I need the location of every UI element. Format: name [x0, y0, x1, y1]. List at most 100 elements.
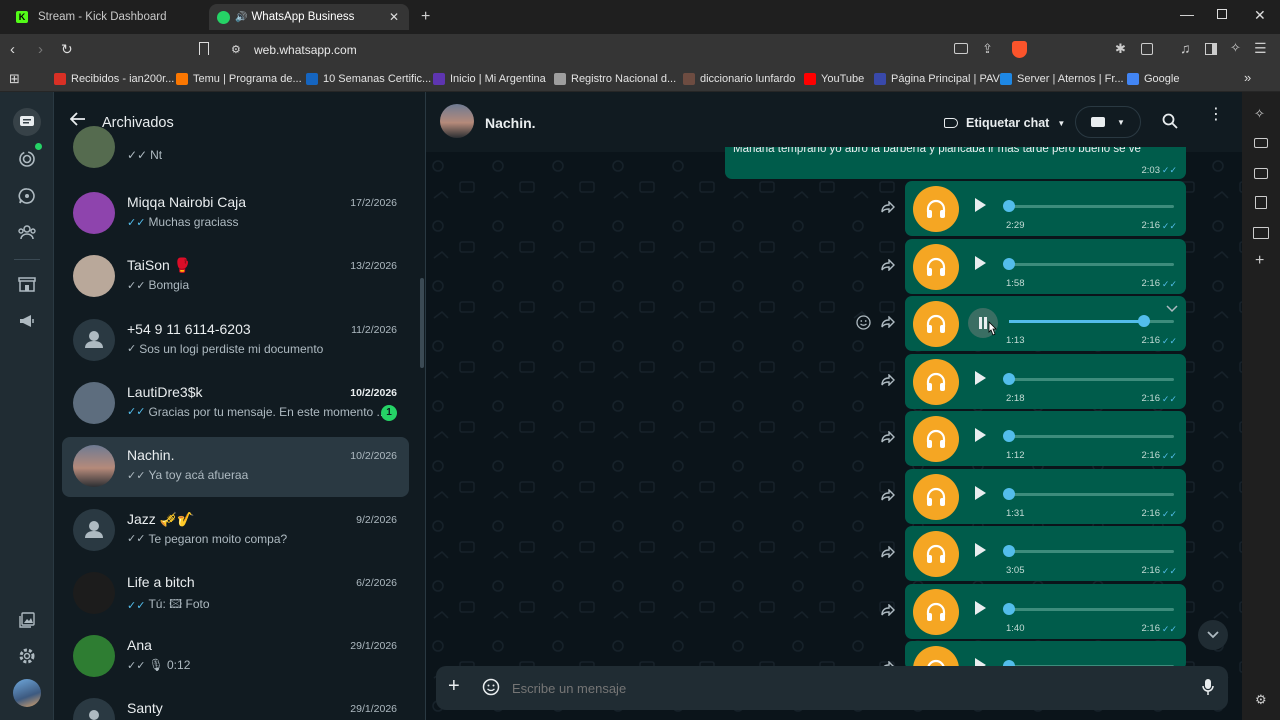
voice-message-bubble[interactable]: 2:29 2:16 ✓✓	[905, 181, 1186, 236]
music-icon[interactable]: ♫	[1180, 40, 1191, 56]
brave-shield-icon[interactable]	[1012, 41, 1027, 58]
play-icon[interactable]	[974, 428, 986, 442]
voice-message-bubble[interactable]: 2:18 2:16 ✓✓	[905, 353, 1186, 409]
forward-icon[interactable]	[881, 316, 895, 328]
bookmark-item[interactable]: Server | Aternos | Fr...	[1000, 71, 1124, 87]
audio-scrubber-handle[interactable]	[1003, 487, 1015, 500]
chevron-down-icon[interactable]	[1166, 305, 1178, 313]
settings-gear-icon[interactable]	[13, 642, 41, 670]
leo-sparkle-icon[interactable]: ✧	[1254, 106, 1265, 122]
audio-progress-slider[interactable]	[1003, 545, 1174, 557]
play-icon[interactable]	[974, 543, 986, 557]
profile-avatar[interactable]	[13, 679, 41, 707]
apps-grid-icon[interactable]: ⊞	[9, 71, 20, 87]
status-icon[interactable]	[13, 143, 42, 173]
extensions-icon[interactable]: ✱	[1115, 41, 1126, 57]
forward-icon[interactable]: ›	[38, 41, 43, 58]
voice-message-bubble[interactable]: 1:58 2:16 ✓✓	[905, 238, 1186, 294]
bookmarks-panel-icon[interactable]	[1255, 196, 1267, 209]
communities-icon[interactable]	[13, 218, 41, 246]
microphone-icon[interactable]	[1202, 678, 1214, 696]
audio-scrubber-handle[interactable]	[1003, 257, 1015, 270]
tab-kick-dashboard[interactable]: K Stream - Kick Dashboard	[8, 4, 208, 30]
bookmark-item[interactable]: Recibidos - ian200r...	[54, 71, 174, 87]
reading-list-icon[interactable]	[1253, 227, 1269, 239]
close-window-button[interactable]: ✕	[1254, 7, 1266, 24]
forward-icon[interactable]	[881, 258, 895, 271]
audio-progress-slider[interactable]	[1003, 200, 1174, 212]
contact-name[interactable]: Nachin.	[485, 115, 536, 131]
voice-message-bubble[interactable]: 1:12 2:16 ✓✓	[905, 411, 1186, 466]
forward-icon[interactable]	[881, 201, 895, 213]
site-info-icon[interactable]: ⚙	[231, 43, 241, 56]
chat-row[interactable]: Nachin. 10/2/2026 ✓✓ Ya toy acá afueraa	[62, 437, 409, 498]
forward-icon[interactable]	[881, 431, 895, 443]
chat-row[interactable]: Life a bitch 6/2/2026 ✓✓ Tú: 🖾 Foto	[62, 564, 409, 624]
chats-icon[interactable]	[13, 108, 41, 136]
minimize-button[interactable]: —	[1180, 6, 1194, 22]
bookmark-item[interactable]: Google	[1127, 71, 1179, 87]
wallet-icon[interactable]	[1254, 168, 1268, 179]
menu-icon[interactable]: ☰	[1254, 40, 1267, 57]
sticker-emoji-icon[interactable]	[482, 678, 500, 696]
chat-row[interactable]: LautiDre3$k 10/2/2026 ✓✓ Gracias por tu men…	[62, 374, 409, 434]
voice-message-bubble[interactable]: 1:31 2:16 ✓✓	[905, 468, 1186, 524]
bookmark-item[interactable]: diccionario lunfardo	[683, 71, 795, 87]
audio-progress-slider[interactable]	[1003, 430, 1174, 442]
emoji-react-icon[interactable]	[856, 315, 871, 330]
sidebar-toggle-icon[interactable]	[1205, 43, 1217, 55]
contact-avatar[interactable]	[440, 104, 474, 138]
media-icon[interactable]	[1254, 138, 1268, 148]
more-options-icon[interactable]: ⋮	[1208, 107, 1224, 123]
search-icon[interactable]	[1162, 113, 1178, 129]
audio-scrubber-handle[interactable]	[1003, 200, 1015, 212]
audio-progress-slider[interactable]	[1009, 315, 1174, 327]
play-icon[interactable]	[974, 255, 986, 270]
bookmark-item[interactable]: Inicio | Mi Argentina	[433, 71, 546, 87]
video-call-button[interactable]: ▼	[1075, 106, 1141, 138]
panel-settings-icon[interactable]: ⚙	[1255, 692, 1267, 708]
text-message-bubble[interactable]: Mañana temprano yo abro la barbería y pl…	[725, 147, 1186, 179]
bookmark-item[interactable]: 10 Semanas Certific...	[306, 71, 431, 87]
advertise-megaphone-icon[interactable]	[13, 307, 41, 335]
media-gallery-icon[interactable]	[13, 606, 41, 634]
channels-icon[interactable]	[13, 182, 41, 210]
bookmark-item[interactable]: YouTube	[804, 71, 864, 87]
close-tab-icon[interactable]: ✕	[389, 10, 399, 24]
forward-icon[interactable]	[881, 603, 895, 616]
bookmark-item[interactable]: Temu | Programa de...	[176, 71, 302, 87]
forward-icon[interactable]	[881, 546, 895, 558]
label-chat-button[interactable]: Etiquetar chat ▼	[932, 108, 1077, 138]
audio-progress-slider[interactable]	[1003, 257, 1174, 270]
play-icon[interactable]	[974, 198, 986, 212]
chat-row[interactable]: Santy 29/1/2026	[62, 690, 409, 720]
play-icon[interactable]	[974, 370, 986, 385]
chat-row[interactable]: +54 9 11 6114-6203 11/2/2026 ✓ Sos un logi …	[62, 311, 409, 371]
chat-row[interactable]: TaiSon 🥊 13/2/2026 ✓✓ Bomgia	[62, 247, 409, 307]
play-icon[interactable]	[974, 600, 986, 615]
audio-scrubber-handle[interactable]	[1003, 430, 1015, 442]
message-input[interactable]	[512, 676, 1172, 700]
voice-message-bubble[interactable]: 3:05 2:16 ✓✓	[905, 526, 1186, 581]
reload-icon[interactable]: ↻	[61, 41, 73, 58]
play-icon[interactable]	[974, 485, 986, 500]
voice-message-bubble[interactable]: 1:13 2:16 ✓✓	[905, 296, 1186, 351]
url-field[interactable]: web.whatsapp.com	[254, 43, 357, 57]
bookmarks-overflow-icon[interactable]: »	[1244, 70, 1251, 85]
attach-plus-icon[interactable]: +	[448, 676, 460, 696]
forward-icon[interactable]	[881, 488, 895, 501]
scroll-to-bottom-button[interactable]	[1198, 620, 1228, 650]
tab-whatsapp-business[interactable]: 🔊 WhatsApp Business ✕	[209, 4, 409, 30]
list-scrollbar[interactable]	[420, 278, 424, 368]
back-icon[interactable]: ‹	[10, 41, 15, 58]
voice-message-bubble[interactable]: 1:40 2:16 ✓✓	[905, 583, 1186, 639]
bookmark-page-icon[interactable]	[199, 42, 209, 55]
audio-scrubber-handle[interactable]	[1138, 315, 1151, 327]
back-arrow-icon[interactable]	[70, 112, 86, 126]
new-tab-button[interactable]: +	[421, 8, 430, 26]
audio-progress-slider[interactable]	[1003, 372, 1174, 385]
chat-row-partial[interactable]: ✓✓ Nt	[62, 126, 409, 174]
share-icon[interactable]: ⇪	[982, 41, 993, 57]
add-panel-icon[interactable]: +	[1255, 252, 1264, 270]
audio-scrubber-handle[interactable]	[1003, 545, 1015, 557]
